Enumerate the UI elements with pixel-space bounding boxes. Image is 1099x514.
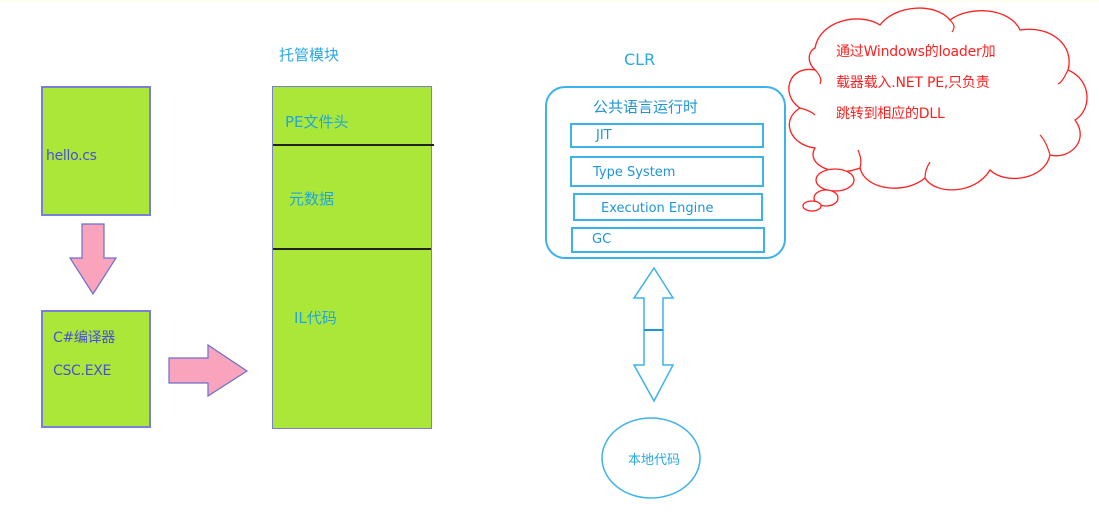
cloud-text-line-3: 跳转到相应的DLL [836,106,945,122]
cloud-text-line-1: 通过Windows的loader加 [836,44,996,60]
cloud-text-line-2: 载器载入.NET PE,只负责 [836,75,990,91]
